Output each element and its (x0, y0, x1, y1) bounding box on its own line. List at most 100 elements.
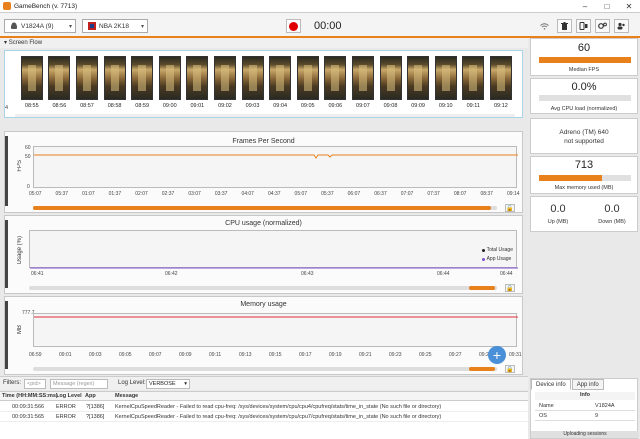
screen-frame[interactable]: 09:03 (239, 56, 267, 109)
log-level-select[interactable]: VERBOSE ▾ (146, 379, 190, 389)
screen-frame[interactable]: 08:59 (128, 56, 156, 109)
tab-app-info[interactable]: App info (571, 379, 604, 390)
phone-icon (579, 22, 588, 30)
log-level-label: Log Level: (118, 380, 146, 386)
info-row-name: Name V1824A (535, 401, 635, 411)
frame-time-label: 08:59 (135, 103, 150, 109)
info-row-os: OS 9 (535, 411, 635, 421)
x-tick-label: 08:07 (453, 191, 467, 197)
memory-lock-button[interactable]: 🔒 (505, 365, 515, 373)
memory-scrollbar[interactable] (33, 367, 497, 371)
settings-button[interactable] (595, 19, 610, 33)
screen-frame[interactable]: 08:56 (46, 56, 74, 109)
table-row[interactable]: 00:09:31:565 ERROR ?[1386] KernelCpuSpee… (0, 413, 528, 422)
screen-frame[interactable]: 08:58 (101, 56, 129, 109)
screen-thumbnail (489, 56, 512, 100)
toolbar: V1824A (9) ▾ NBA 2K18 ▾ 00:00 (0, 13, 640, 38)
screen-frame[interactable]: 09:12 (487, 56, 515, 109)
x-tick-label: 09:15 (269, 352, 282, 358)
table-row[interactable]: 00:09:31:566 ERROR ?[1386] KernelCpuSpee… (0, 403, 528, 412)
memory-scroll-thumb[interactable] (469, 367, 495, 371)
screen-thumbnail (20, 56, 43, 100)
x-tick-label: 04:37 (268, 191, 281, 197)
screen-frame[interactable]: 09:11 (460, 56, 488, 109)
fps-lock-button[interactable]: 🔓 (505, 204, 515, 212)
screen-frame[interactable]: 09:09 (404, 56, 432, 109)
maximize-icon[interactable]: □ (596, 0, 618, 13)
cpu-scroll-thumb[interactable] (469, 286, 495, 290)
cpu-lock-button[interactable]: 🔒 (505, 284, 515, 292)
fps-plot-area[interactable] (33, 146, 518, 188)
median-fps-value: 60 (577, 42, 591, 54)
screen-frame[interactable]: 09:02 (211, 56, 239, 109)
x-tick-label: 05:37 (55, 191, 69, 197)
account-button[interactable] (614, 19, 629, 33)
x-tick-label: 07:07 (400, 191, 414, 197)
minimize-icon[interactable]: – (574, 0, 596, 13)
column-header-app[interactable]: App (85, 393, 96, 399)
column-header-message[interactable]: Message (115, 393, 138, 399)
filters-label: Filters: (3, 380, 21, 386)
message-filter-input[interactable]: Message (regex) (50, 379, 108, 389)
tab-device-info[interactable]: Device info (531, 379, 571, 390)
frame-time-label: 09:02 (218, 103, 232, 109)
frame-time-label: 09:06 (328, 103, 343, 109)
screen-frame[interactable]: 09:10 (432, 56, 460, 109)
frame-time-label: 09:09 (411, 103, 425, 109)
gpu-name: Adreno (TM) 640 (559, 129, 609, 136)
title-bar: GameBench (v. 7713) – □ ✕ (0, 0, 640, 13)
info-tabs: Device info App info (531, 379, 605, 390)
fps-scrollbar[interactable] (33, 206, 497, 210)
cpu-x-tick: 06:44 (437, 271, 450, 277)
delete-button[interactable] (557, 19, 572, 33)
x-tick-label: 02:07 (135, 191, 148, 197)
screen-frame[interactable]: 09:04 (266, 56, 294, 109)
cpu-plot-area[interactable]: Total Usage App Usage (29, 230, 518, 269)
screen-thumbnail (407, 56, 430, 100)
column-header-time[interactable]: Time (HH:MM:SS:ms) (2, 393, 58, 399)
screen-flow-scrollbar[interactable] (15, 114, 515, 117)
screen-frame[interactable]: 09:01 (184, 56, 212, 109)
fps-y-tick: 0 (27, 184, 30, 190)
down-value: 0.0 (604, 203, 620, 215)
screen-frame[interactable]: 08:57 (73, 56, 101, 109)
fps-scroll-thumb[interactable] (33, 206, 491, 210)
cpu-load-card: 0.0% Avg CPU load (normalized) (530, 78, 638, 114)
chevron-down-icon: ▾ (68, 23, 72, 30)
network-card: 0.0 Up (MB) 0.0 Down (MB) (530, 196, 638, 232)
record-button[interactable] (286, 19, 301, 33)
x-tick-label: 09:19 (329, 352, 342, 358)
up-label: Up (MB) (547, 219, 569, 225)
device-select[interactable]: V1824A (9) ▾ (4, 19, 76, 33)
wifi-icon[interactable] (537, 19, 552, 33)
device-settings-button[interactable] (576, 19, 591, 33)
app-select[interactable]: NBA 2K18 ▾ (82, 19, 148, 33)
screen-thumbnail (324, 56, 347, 100)
screen-frame[interactable]: 09:08 (377, 56, 405, 109)
screen-frame[interactable]: 08:55 (18, 56, 46, 109)
close-icon[interactable]: ✕ (618, 0, 640, 13)
memory-chart-title: Memory usage (240, 301, 287, 308)
screen-flow-header[interactable]: ▾ Screen Flow (0, 38, 528, 48)
x-tick-label: 09:25 (419, 352, 432, 358)
gpu-status: not supported (564, 138, 604, 145)
add-marker-button[interactable]: + (488, 346, 506, 364)
pid-filter-input[interactable]: <pid> (24, 379, 46, 389)
memory-plot-area[interactable] (33, 313, 518, 347)
screen-frame[interactable]: 09:00 (156, 56, 184, 109)
screen-frame[interactable]: 09:06 (322, 56, 350, 109)
memory-panel-handle[interactable] (5, 301, 8, 369)
collapse-icon: ▾ (4, 40, 8, 46)
cpu-scrollbar[interactable] (29, 286, 497, 290)
fps-panel-handle[interactable] (5, 136, 8, 206)
screen-flow-strip[interactable]: 08:55 08:56 08:57 08:58 08:59 09:00 09:01 09:02… (4, 50, 523, 118)
frame-list: 08:55 08:56 08:57 08:58 08:59 09:00 09:01 09:02… (18, 56, 515, 109)
upload-status: Uploading sessions (531, 431, 639, 438)
cpu-panel-handle[interactable] (5, 220, 8, 288)
screen-frame[interactable]: 09:07 (349, 56, 377, 109)
column-header-level[interactable]: Log Level (56, 393, 82, 399)
cpu-load-bar (539, 95, 631, 101)
legend-total-usage: Total Usage (481, 247, 513, 253)
log-level-value: VERBOSE (149, 381, 176, 387)
screen-frame[interactable]: 09:05 (294, 56, 322, 109)
